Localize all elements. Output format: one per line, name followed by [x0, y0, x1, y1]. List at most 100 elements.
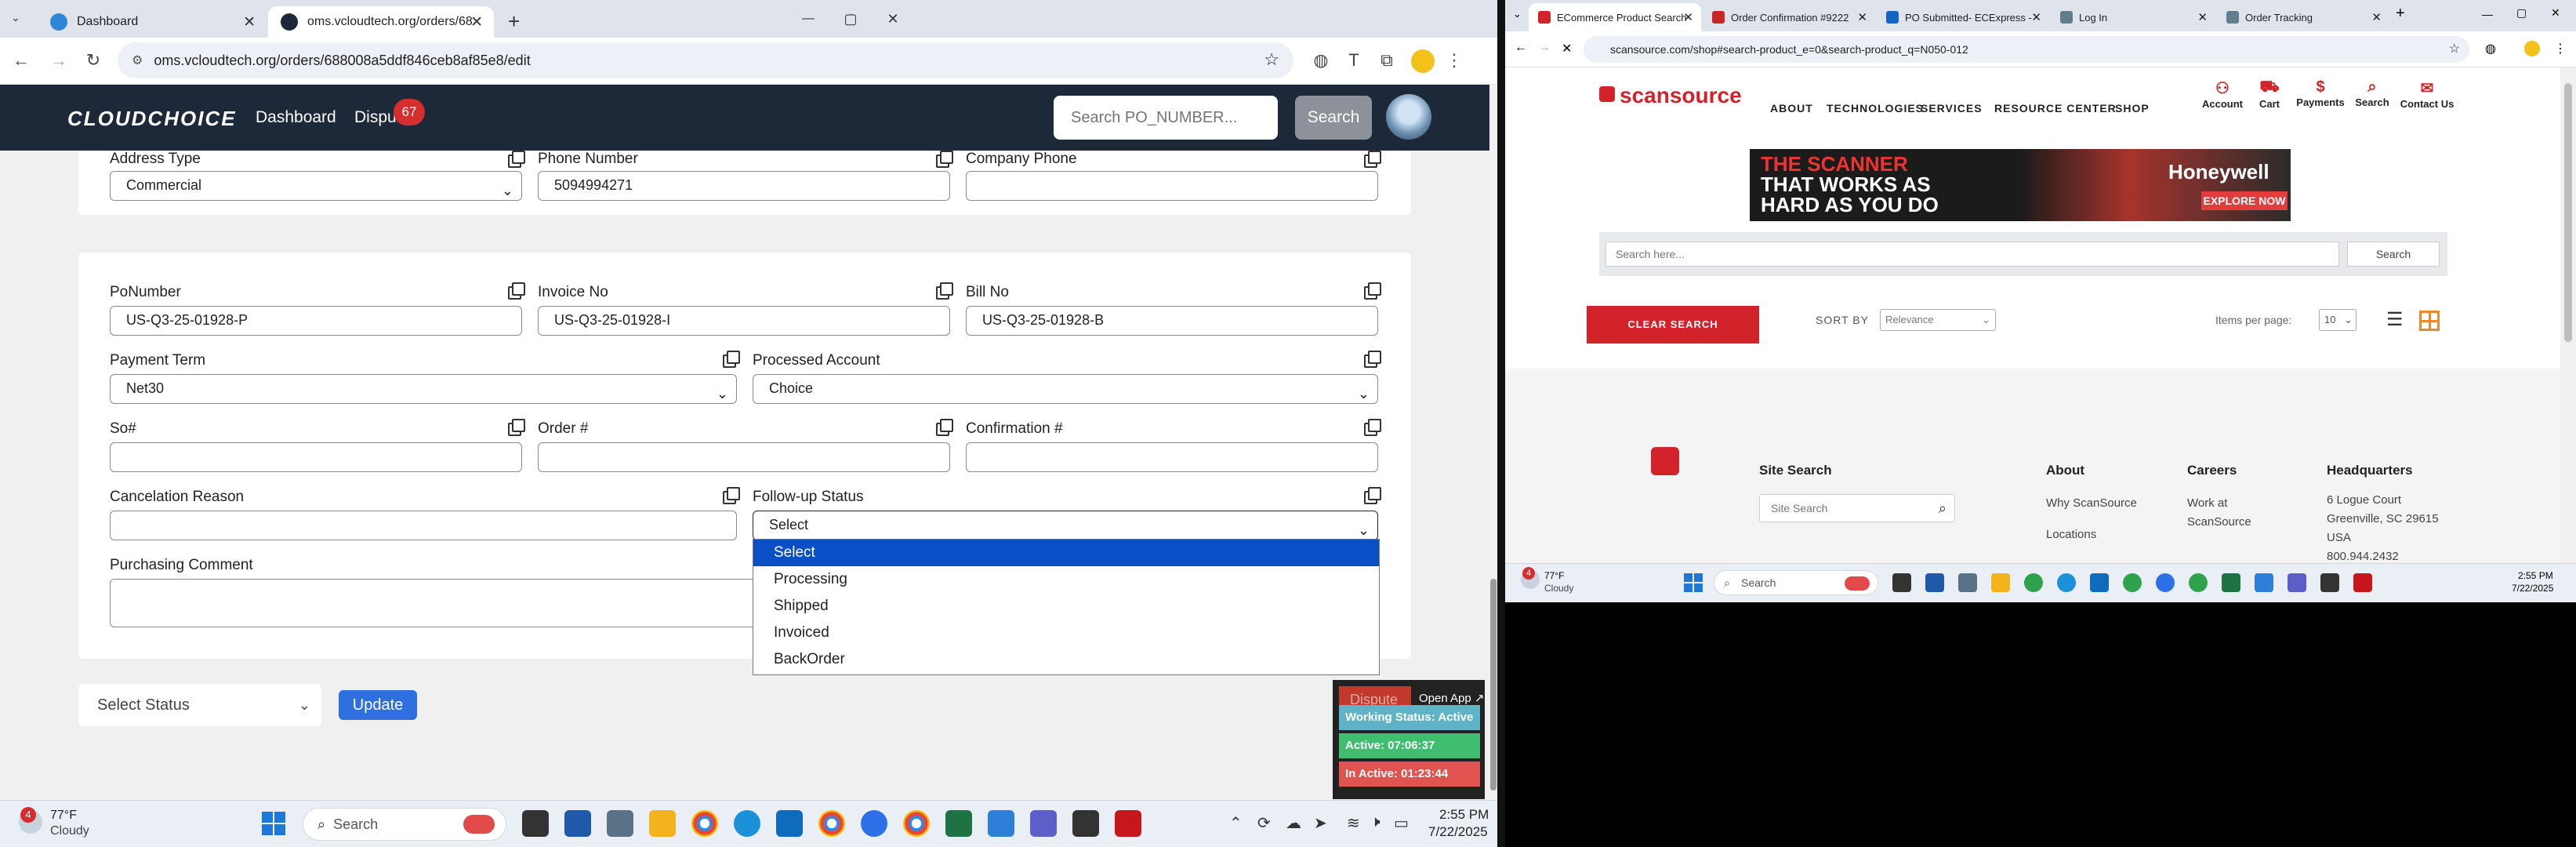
- copy-icon[interactable]: [936, 419, 953, 436]
- close-tab-icon[interactable]: ✕: [2197, 10, 2208, 24]
- grid-view-icon[interactable]: [2419, 311, 2440, 331]
- copy-icon[interactable]: [1364, 419, 1381, 436]
- option-invoiced[interactable]: Invoiced: [753, 620, 1379, 646]
- user-avatar[interactable]: [1386, 94, 1431, 140]
- nav-services[interactable]: SERVICES: [1921, 102, 1983, 115]
- close-tab-icon[interactable]: ✕: [243, 13, 256, 31]
- payments-link[interactable]: $ Payments: [2289, 78, 2352, 108]
- cloud-icon[interactable]: ☁: [1286, 813, 1301, 833]
- close-tab-icon[interactable]: ✕: [470, 13, 483, 31]
- snipping-icon[interactable]: [2255, 573, 2273, 592]
- edge-icon[interactable]: [2057, 573, 2076, 592]
- extension-icon[interactable]: ◍: [2485, 41, 2496, 56]
- excel-icon[interactable]: [945, 810, 972, 837]
- calculator-icon[interactable]: [607, 810, 633, 837]
- nav-about[interactable]: ABOUT: [1770, 102, 1813, 115]
- chrome-icon-2[interactable]: [818, 810, 845, 837]
- tab-order-confirmation[interactable]: Order Confirmation #9222 ✕: [1703, 3, 1875, 31]
- close-tab-icon[interactable]: ✕: [1683, 10, 1693, 24]
- new-tab-button[interactable]: +: [2396, 5, 2405, 23]
- forward-icon[interactable]: →: [1538, 41, 1551, 55]
- minimize-button[interactable]: —: [2482, 8, 2493, 20]
- footer-why-scansource-link[interactable]: Why ScanSource: [2046, 494, 2137, 513]
- status-select[interactable]: Select Status ⌄: [78, 684, 321, 726]
- copy-icon[interactable]: [723, 351, 740, 368]
- close-tab-icon[interactable]: ✕: [2031, 10, 2041, 24]
- minimize-button[interactable]: —: [790, 5, 826, 33]
- copy-icon[interactable]: [723, 487, 740, 504]
- app-icon[interactable]: [564, 810, 591, 837]
- invoice-no-input[interactable]: US-Q3-25-01928-I: [538, 306, 950, 336]
- snipping-icon[interactable]: [988, 810, 1014, 837]
- product-search-button[interactable]: Search: [2347, 242, 2440, 267]
- reload-icon[interactable]: ↻: [82, 49, 105, 72]
- reading-icon[interactable]: T: [1342, 49, 1366, 72]
- tab-po-submitted[interactable]: PO Submitted- ECExpress - ✕: [1877, 3, 2049, 31]
- sync-icon[interactable]: ⟳: [1257, 813, 1271, 833]
- start-windows-icon[interactable]: [1684, 573, 1703, 592]
- profile-avatar[interactable]: [2524, 41, 2540, 56]
- start-windows-icon[interactable]: [262, 812, 285, 835]
- payment-term-select[interactable]: Net30 ⌄: [110, 374, 737, 404]
- battery-icon[interactable]: ▭: [1394, 813, 1409, 833]
- chrome-icon[interactable]: [691, 810, 718, 837]
- taskbar-search[interactable]: ⌕ Search: [1714, 570, 1878, 595]
- po-search-button[interactable]: Search: [1295, 96, 1372, 140]
- chrome-icon-3[interactable]: [903, 810, 930, 837]
- option-backorder[interactable]: BackOrder: [753, 646, 1379, 673]
- option-shipped[interactable]: Shipped: [753, 593, 1379, 620]
- scrollbar-thumb[interactable]: [2564, 83, 2572, 342]
- copy-icon[interactable]: [936, 151, 953, 168]
- processed-account-select[interactable]: Choice ⌄: [753, 374, 1378, 404]
- file-explorer-icon[interactable]: [1991, 573, 2010, 592]
- copy-icon[interactable]: [1364, 282, 1381, 300]
- bill-no-input[interactable]: US-Q3-25-01928-B: [966, 306, 1378, 336]
- copy-icon[interactable]: [1364, 151, 1381, 168]
- cancelation-reason-input[interactable]: [110, 511, 737, 540]
- contact-link[interactable]: ✉ Contact Us: [2394, 78, 2460, 110]
- search-link[interactable]: ⌕ Search: [2349, 78, 2396, 108]
- copy-icon[interactable]: [508, 151, 525, 168]
- phone-number-input[interactable]: 5094994271: [538, 171, 950, 201]
- extension-icon[interactable]: ◍: [1309, 49, 1333, 72]
- order-number-input[interactable]: [538, 442, 950, 472]
- outlook-icon[interactable]: [2090, 573, 2109, 592]
- close-tab-icon[interactable]: ✕: [1857, 10, 1867, 24]
- tab-scansource[interactable]: ECommerce Product Search ✕: [1529, 3, 1701, 31]
- tab-log-in[interactable]: Log In ✕: [2051, 3, 2215, 31]
- app-icon[interactable]: [1925, 573, 1944, 592]
- location-icon[interactable]: ➤: [1314, 813, 1327, 833]
- copy-icon[interactable]: [1364, 351, 1381, 368]
- close-window-button[interactable]: ✕: [2551, 6, 2560, 20]
- so-number-input[interactable]: [110, 442, 522, 472]
- scrollbar-thumb[interactable]: [1490, 579, 1497, 791]
- account-link[interactable]: ⚇ Account: [2195, 78, 2250, 110]
- nav-shop[interactable]: SHOP: [2115, 102, 2150, 115]
- menu-kebab-icon[interactable]: ⋮: [1442, 49, 1466, 72]
- nav-dashboard-link[interactable]: Dashboard: [256, 108, 336, 127]
- po-search-input[interactable]: [1054, 96, 1278, 140]
- list-view-icon[interactable]: ☰: [2386, 311, 2404, 329]
- menu-kebab-icon[interactable]: ⋮: [2554, 41, 2567, 56]
- excel-icon[interactable]: [2222, 573, 2240, 592]
- tab-search-chevron-icon[interactable]: ⌄: [1513, 8, 1522, 20]
- maximize-button[interactable]: ▢: [833, 5, 869, 33]
- po-number-input[interactable]: US-Q3-25-01928-P: [110, 306, 522, 336]
- banner-cta[interactable]: EXPLORE NOW: [2201, 191, 2288, 210]
- option-select[interactable]: Select: [753, 540, 1379, 566]
- zoom-icon[interactable]: [861, 810, 887, 837]
- forward-icon[interactable]: →: [47, 49, 71, 72]
- loading-icon[interactable]: ✕: [1562, 41, 1572, 56]
- company-phone-input[interactable]: [966, 171, 1378, 201]
- close-window-button[interactable]: ✕: [875, 5, 911, 33]
- tray-chevron-icon[interactable]: ⌃: [1229, 813, 1243, 833]
- teams-icon[interactable]: [2288, 573, 2306, 592]
- address-bar[interactable]: scansource.com/shop#search-product_e=0&s…: [1584, 36, 2469, 63]
- confirmation-number-input[interactable]: [966, 442, 1378, 472]
- volume-icon[interactable]: 🕨: [1370, 813, 1381, 831]
- footer-site-search-input[interactable]: Site Search ⌕: [1759, 494, 1955, 522]
- address-type-select[interactable]: Commercial ⌄: [110, 171, 522, 201]
- wifi-icon[interactable]: ≋: [1347, 813, 1360, 833]
- sort-select[interactable]: Relevance ⌄: [1880, 309, 1996, 331]
- footer-locations-link[interactable]: Locations: [2046, 525, 2096, 544]
